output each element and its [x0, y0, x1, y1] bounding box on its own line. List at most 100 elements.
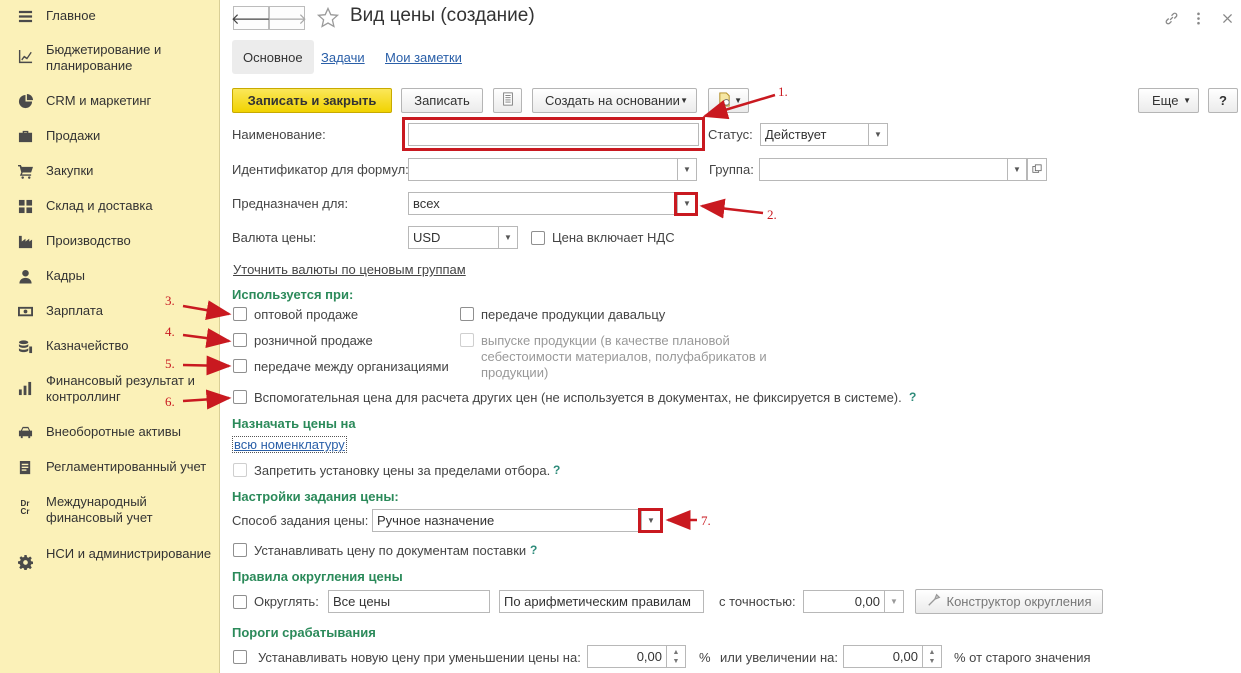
- chevron-down-icon: ▼: [680, 96, 688, 105]
- sidebar-item-admin[interactable]: НСИ и администрирование: [0, 546, 220, 578]
- status-label: Статус:: [708, 127, 753, 142]
- arrow-right-icon: 🡒: [266, 10, 308, 28]
- formula-id-input[interactable]: [408, 158, 678, 181]
- transfer-orgs-checkbox[interactable]: [233, 359, 247, 373]
- menu-icon: [17, 8, 33, 24]
- formula-id-dropdown-button[interactable]: ▼: [677, 158, 697, 181]
- wholesale-checkbox[interactable]: [233, 307, 247, 321]
- sidebar-item-international[interactable]: Dr Cr Международный финансовый учет: [0, 494, 220, 526]
- threshold-increase-input[interactable]: 0,00: [843, 645, 923, 668]
- annotation-box-7: [638, 508, 663, 533]
- sidebar-item-main[interactable]: Главное: [0, 8, 220, 24]
- tab-notes[interactable]: Мои заметки: [374, 40, 473, 74]
- by-receipts-checkbox[interactable]: [233, 543, 247, 557]
- currency-dropdown-button[interactable]: ▼: [498, 226, 518, 249]
- vat-checkbox[interactable]: [531, 231, 545, 245]
- save-and-close-button[interactable]: Записать и закрыть: [232, 88, 392, 113]
- document-list-button[interactable]: [493, 88, 522, 113]
- threshold-decrease-label: Устанавливать новую цену при уменьшении …: [258, 650, 581, 665]
- sidebar-item-warehouse[interactable]: Склад и доставка: [0, 198, 220, 214]
- favorite-star-icon[interactable]: [316, 6, 340, 30]
- back-button[interactable]: 🡐: [230, 6, 272, 30]
- create-based-on-label: Создать на основании: [545, 93, 680, 108]
- arrow-left-icon: 🡐: [230, 10, 272, 28]
- sidebar-item-purchases[interactable]: Закупки: [0, 163, 220, 179]
- sidebar-item-production[interactable]: Производство: [0, 233, 220, 249]
- rounding-constructor-button[interactable]: Конструктор округления: [915, 589, 1103, 614]
- sidebar-item-label: Международный финансовый учет: [46, 494, 153, 525]
- sidebar-item-label: Продажи: [46, 128, 101, 143]
- sidebar-item-regulated-accounting[interactable]: Регламентированный учет: [0, 459, 220, 475]
- main-content: 🡐 🡒 Вид цены (создание) Основное Задачи …: [221, 0, 1241, 673]
- auxiliary-price-checkbox[interactable]: [233, 390, 247, 404]
- production-output-checkbox[interactable]: [460, 333, 474, 347]
- more-button[interactable]: Еще ▼: [1138, 88, 1199, 113]
- sidebar-item-sales[interactable]: Продажи: [0, 128, 220, 144]
- sidebar-item-financial-result[interactable]: Финансовый результат и контроллинг: [0, 373, 220, 405]
- annotation-label-1: 1.: [778, 84, 788, 99]
- tab-main[interactable]: Основное: [232, 40, 314, 74]
- all-items-link[interactable]: всю номенклатуру: [232, 436, 347, 453]
- price-method-label: Способ задания цены:: [232, 513, 369, 528]
- group-open-button[interactable]: [1027, 158, 1047, 181]
- sidebar-item-label: Казначейство: [46, 338, 129, 353]
- sidebar-item-fixed-assets[interactable]: Внеоборотные активы: [0, 424, 220, 440]
- retail-checkbox[interactable]: [233, 333, 247, 347]
- annotation-label-7: 7.: [701, 513, 711, 528]
- intended-for-select[interactable]: всех: [408, 192, 678, 215]
- save-button[interactable]: Записать: [401, 88, 483, 113]
- round-checkbox[interactable]: [233, 595, 247, 609]
- help-button[interactable]: ?: [1208, 88, 1238, 113]
- thresholds-section-title: Пороги срабатывания: [232, 625, 376, 640]
- threshold-decrease-input[interactable]: 0,00: [587, 645, 667, 668]
- currency-by-groups-link[interactable]: Уточнить валюты по ценовым группам: [233, 262, 466, 277]
- threshold-decrease-spinner[interactable]: ▲ ▼: [666, 645, 686, 668]
- sidebar-item-budgeting[interactable]: Бюджетирование и планирование: [0, 42, 220, 74]
- group-input[interactable]: [759, 158, 1008, 181]
- spin-down-icon: ▼: [672, 657, 680, 665]
- vat-label: Цена включает НДС: [552, 230, 675, 245]
- production-output-label: выпуске продукции (в качестве плановой с…: [481, 333, 767, 380]
- threshold-checkbox[interactable]: [233, 650, 247, 664]
- print-button[interactable]: ▼: [708, 88, 749, 113]
- forbid-checkbox[interactable]: [233, 463, 247, 477]
- status-dropdown-button[interactable]: ▼: [868, 123, 888, 146]
- round-scope-field[interactable]: Все цены: [328, 590, 490, 613]
- more-vertical-icon[interactable]: [1186, 6, 1210, 30]
- transfer-contractor-checkbox[interactable]: [460, 307, 474, 321]
- sidebar-item-label: CRM и маркетинг: [46, 93, 152, 108]
- auxiliary-help-icon[interactable]: ?: [909, 390, 916, 404]
- status-select[interactable]: Действует: [760, 123, 870, 146]
- group-dropdown-button[interactable]: ▼: [1007, 158, 1027, 181]
- currency-select[interactable]: USD: [408, 226, 499, 249]
- price-method-select[interactable]: Ручное назначение: [372, 509, 642, 532]
- annotation-label-5: 5.: [165, 356, 175, 371]
- forbid-help-icon[interactable]: ?: [553, 463, 560, 477]
- by-receipts-help-icon[interactable]: ?: [530, 543, 537, 557]
- round-rule-field[interactable]: По арифметическим правилам: [499, 590, 704, 613]
- sidebar-item-hr[interactable]: Кадры: [0, 268, 220, 284]
- intended-for-label: Предназначен для:: [232, 196, 349, 211]
- link-icon[interactable]: [1159, 6, 1183, 30]
- create-based-on-button[interactable]: Создать на основании ▼: [532, 88, 697, 113]
- precision-label: с точностью:: [719, 594, 796, 609]
- forward-button[interactable]: 🡒: [266, 6, 308, 30]
- precision-dropdown-button[interactable]: ▼: [884, 590, 904, 613]
- sidebar-item-salary[interactable]: Зарплата: [0, 303, 220, 319]
- threshold-increase-spinner[interactable]: ▲ ▼: [922, 645, 942, 668]
- book-icon: [17, 459, 33, 475]
- round-label: Округлять:: [254, 594, 319, 609]
- close-icon[interactable]: [1215, 6, 1239, 30]
- annotation-label-2: 2.: [767, 207, 777, 222]
- document-list-icon: [501, 92, 515, 109]
- sidebar-item-treasury[interactable]: Казначейство: [0, 338, 220, 354]
- precision-input[interactable]: 0,00: [803, 590, 885, 613]
- sidebar-item-crm[interactable]: CRM и маркетинг: [0, 93, 220, 109]
- open-icon: [1032, 163, 1042, 176]
- pie-chart-icon: [17, 93, 33, 109]
- gear-icon: [17, 554, 33, 570]
- sidebar-item-label: Главное: [46, 8, 96, 23]
- tab-tasks[interactable]: Задачи: [310, 40, 376, 74]
- car-icon: [17, 424, 33, 440]
- tab-label: Основное: [243, 49, 303, 65]
